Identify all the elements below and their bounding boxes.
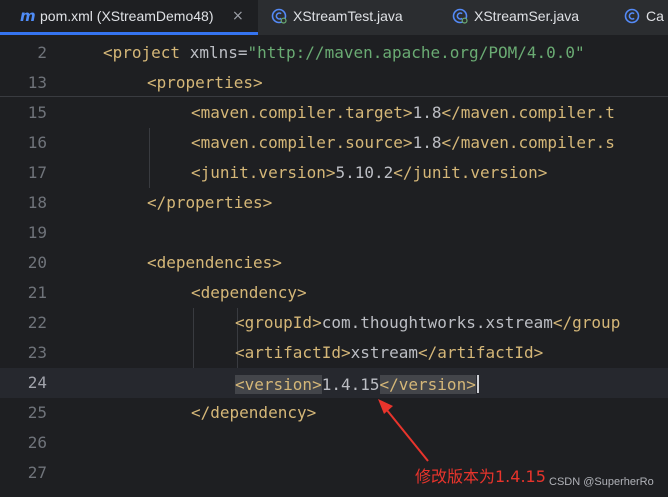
code-line: 2 <project xmlns="http://maven.apache.or… <box>0 38 668 68</box>
line-number: 13 <box>27 73 47 92</box>
xml-tag: <properties> <box>147 73 263 92</box>
tab-label: XStreamSer.java <box>474 8 580 24</box>
java-class-icon <box>452 8 468 24</box>
xml-attribute: xmlns= <box>180 43 248 62</box>
class-icon <box>624 8 640 24</box>
code-text: <artifactId>xstream</artifactId> <box>235 345 543 361</box>
xml-tag: </dependency> <box>191 403 317 422</box>
xml-tag: </junit.version> <box>393 163 548 182</box>
current-code-line: 24 <version>1.4.15</version> <box>0 368 668 398</box>
code-line: 23 <artifactId>xstream</artifactId> <box>0 338 668 368</box>
active-tab-indicator <box>0 32 258 35</box>
code-line: 16 <maven.compiler.source>1.8</maven.com… <box>0 128 668 158</box>
code-line: 22 <groupId>com.thoughtworks.xstream</gr… <box>0 308 668 338</box>
line-number: 20 <box>27 253 47 272</box>
xml-tag: <maven.compiler.target> <box>191 103 413 122</box>
code-line: 26 <box>0 428 668 458</box>
line-number: 27 <box>27 463 47 482</box>
line-number: 21 <box>27 283 47 302</box>
code-text: <maven.compiler.target>1.8</maven.compil… <box>191 105 615 121</box>
xml-tag: </artifactId> <box>418 343 544 362</box>
text-caret <box>476 375 479 393</box>
xml-tag: </group <box>552 313 621 332</box>
tab-pom-xml[interactable]: m pom.xml (XStreamDemo48) × <box>0 0 258 35</box>
tab-xstreamtest-java[interactable]: XStreamTest.java <box>260 0 435 35</box>
xml-tag: <dependencies> <box>147 253 282 272</box>
xml-value: 1.8 <box>412 103 442 122</box>
java-class-icon <box>271 8 287 24</box>
line-number: 26 <box>27 433 47 452</box>
xml-tag: <maven.compiler.source> <box>191 133 413 152</box>
tab-label: Ca <box>646 8 664 24</box>
line-number: 15 <box>27 103 47 122</box>
line-number: 25 <box>27 403 47 422</box>
maven-m-icon: m <box>20 7 36 25</box>
xml-string: "http://maven.apache.org/POM/4.0.0" <box>247 43 585 62</box>
xml-tag: <project <box>103 43 181 62</box>
line-number: 2 <box>37 43 47 62</box>
code-line: 20 <dependencies> <box>0 248 668 278</box>
code-line: 15 <maven.compiler.target>1.8</maven.com… <box>0 98 668 128</box>
line-number: 18 <box>27 193 47 212</box>
code-line: 19 <box>0 218 668 248</box>
tab-label: XStreamTest.java <box>293 8 403 24</box>
code-line: 13 <properties> <box>0 68 668 98</box>
code-text: <junit.version>5.10.2</junit.version> <box>191 165 547 181</box>
line-number: 17 <box>27 163 47 182</box>
watermark: CSDN @SuperherRo <box>549 476 654 488</box>
code-line: 21 <dependency> <box>0 278 668 308</box>
code-text: <version>1.4.15</version> <box>235 375 479 394</box>
line-number: 16 <box>27 133 47 152</box>
line-number: 22 <box>27 313 47 332</box>
line-number: 24 <box>27 373 47 392</box>
annotation-text: 修改版本为1.4.15 <box>415 467 546 486</box>
line-number: 19 <box>27 223 47 242</box>
code-text: <project xmlns="http://maven.apache.org/… <box>103 45 585 61</box>
code-text: <groupId>com.thoughtworks.xstream</group <box>235 315 620 331</box>
xml-tag: <dependency> <box>191 283 307 302</box>
close-tab-icon[interactable]: × <box>232 8 244 24</box>
xml-tag: <artifactId> <box>235 343 351 362</box>
code-text: <maven.compiler.source>1.8</maven.compil… <box>191 135 615 151</box>
tab-ca[interactable]: Ca <box>618 0 668 35</box>
xml-tag: </maven.compiler.s <box>441 133 615 152</box>
xml-value: com.thoughtworks.xstream <box>321 313 553 332</box>
xml-value: xstream <box>350 343 419 362</box>
xml-tag-matched: <version> <box>235 375 322 394</box>
xml-tag-matched: </version> <box>379 375 476 394</box>
xml-value: 5.10.2 <box>335 163 394 182</box>
tab-label: pom.xml (XStreamDemo48) <box>40 8 214 24</box>
xml-tag: <groupId> <box>235 313 322 332</box>
xml-tag: </properties> <box>147 193 273 212</box>
code-line: 18 </properties> <box>0 188 668 218</box>
xml-tag: <junit.version> <box>191 163 336 182</box>
xml-value: 1.4.15 <box>321 375 380 394</box>
code-editor[interactable]: 2 <project xmlns="http://maven.apache.or… <box>0 36 668 497</box>
code-line: 25 </dependency> <box>0 398 668 428</box>
code-line: 17 <junit.version>5.10.2</junit.version> <box>0 158 668 188</box>
tab-xstreamser-java[interactable]: XStreamSer.java <box>441 0 613 35</box>
line-number: 23 <box>27 343 47 362</box>
xml-value: 1.8 <box>412 133 442 152</box>
xml-tag: </maven.compiler.t <box>441 103 615 122</box>
editor-tab-bar: m pom.xml (XStreamDemo48) × XStreamTest.… <box>0 0 668 36</box>
